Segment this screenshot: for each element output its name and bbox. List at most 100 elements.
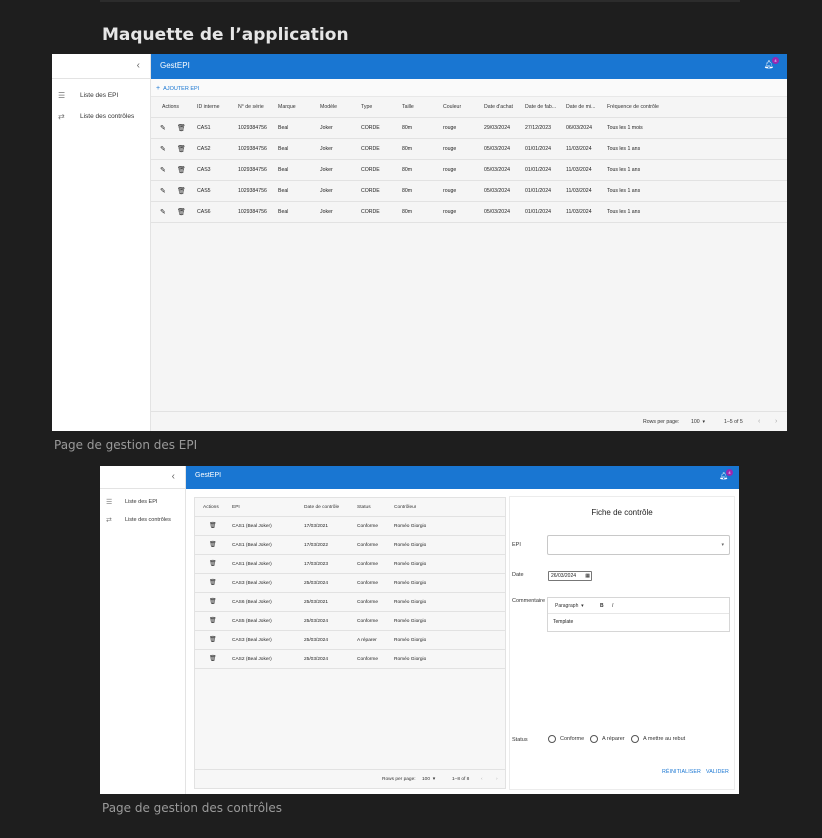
table-row: 🗑︎ CAS6 (Beal Joker) 25/03/2021 Conforme… (195, 593, 505, 612)
radio-circle[interactable] (631, 735, 639, 743)
chevron-left-icon[interactable]: ‹ (172, 471, 175, 482)
pencil-icon[interactable]: ✎ (160, 160, 166, 181)
sidebar-item-liste-controles[interactable]: ⇄ Liste des contrôles (100, 511, 185, 529)
column-header[interactable]: Actions (203, 498, 219, 517)
add-epi-button[interactable]: + AJOUTER EPI (156, 85, 199, 92)
cell-epi: CAS6 (Beal Joker) (232, 600, 272, 605)
chevron-right-icon[interactable]: › (496, 770, 498, 789)
trash-icon[interactable]: 🗑︎ (177, 202, 186, 223)
trash-icon[interactable]: 🗑︎ (209, 612, 217, 631)
table-row: 🗑︎ CAS3 (Beal Joker) 25/03/2024 Conforme… (195, 574, 505, 593)
cell-status: Conforme (357, 543, 379, 548)
editor-content[interactable]: Template (553, 619, 573, 625)
cell-modele: Joker (320, 125, 333, 131)
cell-frequence: Tous les 1 ans (607, 146, 641, 152)
cell-couleur: rouge (443, 209, 457, 215)
chevron-left-icon[interactable]: ‹ (758, 412, 760, 431)
list-icon: ☰ (58, 91, 66, 100)
column-header[interactable]: Date d'achat (484, 97, 522, 118)
bell-icon[interactable]: 🔔︎ 4 (764, 57, 779, 69)
trash-icon[interactable]: 🗑︎ (177, 118, 186, 139)
radio-circle[interactable] (548, 735, 556, 743)
column-header[interactable]: EPI (232, 498, 240, 517)
cell-marque: Beal (278, 146, 289, 152)
pencil-icon[interactable]: ✎ (160, 202, 166, 223)
column-header[interactable]: Modèle (320, 97, 337, 118)
trash-icon[interactable]: 🗑︎ (177, 181, 186, 202)
column-header[interactable]: Taille (402, 97, 414, 118)
column-header[interactable]: Date de contrôle (304, 498, 339, 517)
epi-select[interactable]: ▾ (547, 535, 730, 555)
bold-button[interactable]: B (600, 598, 604, 614)
radio-circle[interactable] (590, 735, 598, 743)
chevron-left-icon[interactable]: ‹ (481, 770, 483, 789)
main-content: + AJOUTER EPI Actions ID interne N° de s… (151, 79, 787, 431)
trash-icon[interactable]: 🗑︎ (209, 650, 217, 669)
submit-button[interactable]: VALIDER (706, 769, 729, 775)
cell-marque: Beal (278, 188, 289, 194)
sidebar-item-label: Liste des contrôles (125, 517, 171, 523)
table-row: ✎ 🗑︎ CAS6 1029384756 Beal Joker CORDE 80… (151, 202, 787, 223)
column-header[interactable]: Date de fab... (525, 97, 563, 118)
commentaire-label: Commentaire (512, 598, 546, 604)
cell-marque: Beal (278, 125, 289, 131)
cell-date-mise-service: 11/03/2024 (566, 209, 592, 215)
cell-taille: 80m (402, 188, 413, 194)
trash-icon[interactable]: 🗑︎ (209, 593, 217, 612)
column-header[interactable]: Date de mi... (566, 97, 604, 118)
column-header[interactable]: N° de série (238, 97, 264, 118)
sidebar-item-liste-epi[interactable]: ☰ Liste des EPI (52, 85, 150, 106)
cell-status: Conforme (357, 600, 379, 605)
trash-icon[interactable]: 🗑︎ (209, 536, 217, 555)
cell-date-controle: 17/03/2022 (304, 543, 329, 548)
column-header[interactable]: ID interne (197, 97, 220, 118)
block-format-select[interactable]: Paragraph ▾ (555, 598, 584, 614)
list-icon: ☰ (106, 499, 113, 506)
calendar-icon[interactable]: ▦ (585, 572, 590, 580)
trash-icon[interactable]: 🗑︎ (209, 555, 217, 574)
sidebar-item-liste-epi[interactable]: ☰ Liste des EPI (100, 493, 185, 511)
radio-a-mettre-au-rebut[interactable]: A mettre au rebut (631, 735, 685, 743)
cell-frequence: Tous les 1 mois (607, 125, 643, 131)
rich-text-editor[interactable]: Paragraph ▾ B I Template (547, 597, 730, 632)
rows-per-page-value: 100 (691, 419, 700, 425)
column-header[interactable]: Type (361, 97, 372, 118)
sidebar-item-liste-controles[interactable]: ⇄ Liste des contrôles (52, 106, 150, 127)
cell-type: CORDE (361, 209, 380, 215)
trash-icon[interactable]: 🗑︎ (177, 160, 186, 181)
bell-icon[interactable]: 🔔︎ 4 (719, 469, 733, 480)
notification-badge: 4 (726, 469, 733, 476)
cell-epi: CAS3 (Beal Joker) (232, 638, 272, 643)
cell-couleur: rouge (443, 167, 457, 173)
column-header[interactable]: Actions (162, 97, 179, 118)
date-input[interactable]: 26/03/2024 ▦ (548, 571, 592, 581)
cell-couleur: rouge (443, 188, 457, 194)
pencil-icon[interactable]: ✎ (160, 181, 166, 202)
cell-modele: Joker (320, 167, 333, 173)
cell-type: CORDE (361, 188, 380, 194)
cell-date-fabrication: 27/12/2023 (525, 125, 551, 131)
column-header[interactable]: Contrôleur (394, 498, 416, 517)
trash-icon[interactable]: 🗑︎ (209, 631, 217, 650)
radio-a-reparer[interactable]: A réparer (590, 735, 625, 743)
rows-per-page-select[interactable]: 100 ▾ (691, 412, 705, 431)
italic-button[interactable]: I (612, 598, 613, 614)
cell-id-interne: CAS5 (197, 188, 211, 194)
trash-icon[interactable]: 🗑︎ (209, 574, 217, 593)
chevron-left-icon[interactable]: ‹ (137, 60, 140, 71)
chevron-right-icon[interactable]: › (775, 412, 777, 431)
reset-button[interactable]: RÉINITIALISER (662, 769, 701, 775)
trash-icon[interactable]: 🗑︎ (177, 139, 186, 160)
cell-status: Conforme (357, 581, 379, 586)
trash-icon[interactable]: 🗑︎ (209, 517, 217, 536)
radio-conforme[interactable]: Conforme (548, 735, 584, 743)
cell-marque: Beal (278, 167, 289, 173)
column-header[interactable]: Marque (278, 97, 296, 118)
pencil-icon[interactable]: ✎ (160, 118, 166, 139)
pencil-icon[interactable]: ✎ (160, 139, 166, 160)
column-header[interactable]: Couleur (443, 97, 461, 118)
column-header[interactable]: Status (357, 498, 371, 517)
cell-controleur: Roméo Giorgio (394, 543, 427, 548)
column-header[interactable]: Fréquence de contrôle (607, 97, 659, 118)
rows-per-page-select[interactable]: 100 ▾ (422, 770, 435, 789)
